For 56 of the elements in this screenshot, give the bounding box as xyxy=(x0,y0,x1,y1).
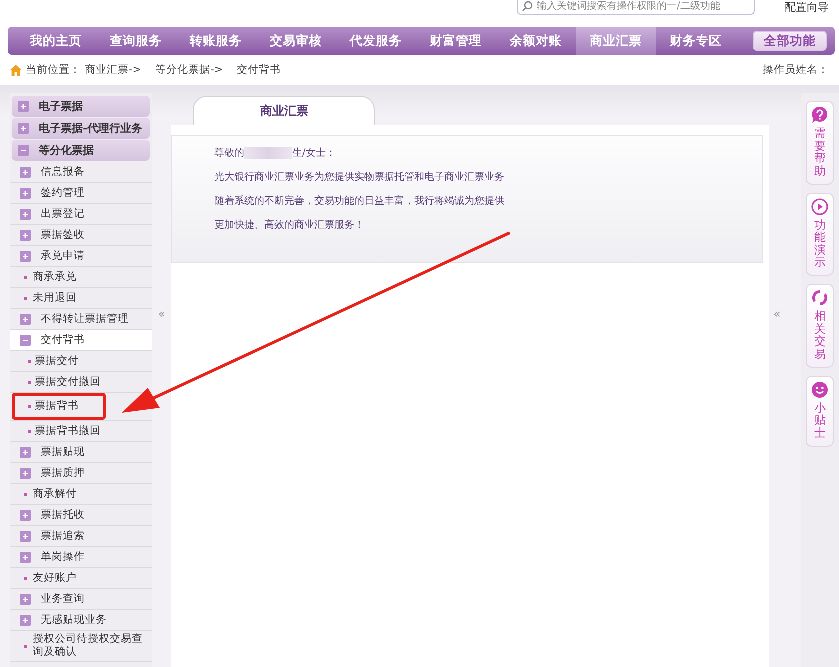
nav-tab[interactable]: 交易审核 xyxy=(256,27,336,55)
item-label: 商承承兑 xyxy=(33,270,77,284)
side-tool-button[interactable]: 相关交易 xyxy=(806,284,834,368)
item-label: 单岗操作 xyxy=(41,550,85,564)
item-label: 承兑申请 xyxy=(41,249,85,263)
side-tool-button[interactable]: 需要帮助 xyxy=(806,101,834,185)
item-label: 出票登记 xyxy=(41,207,85,221)
sidebar-item[interactable]: 授权公司待授权交易查询及确认 xyxy=(10,631,152,662)
all-functions-button[interactable]: 全部功能 xyxy=(753,31,827,51)
greeting-text: 尊敬的 xyxy=(214,146,244,160)
nav-tab[interactable]: 我的主页 xyxy=(16,27,96,55)
sidebar-group[interactable]: 电子票据-代理行业务 xyxy=(12,118,150,139)
item-label: 商承解付 xyxy=(33,486,77,502)
item-label: 票据追索 xyxy=(41,529,85,543)
nav-tab[interactable]: 财务专区 xyxy=(656,27,736,55)
item-label: 交付背书 xyxy=(41,333,85,347)
welcome-text: 更加快捷、高效的商业汇票服务！ xyxy=(214,218,366,232)
item-label: 签约管理 xyxy=(41,186,85,200)
item-label: 票据交付撤回 xyxy=(35,374,101,390)
item-label: 票据背书撤回 xyxy=(35,424,101,438)
breadcrumb-link[interactable]: 商业汇票-> xyxy=(85,63,142,77)
sidebar-group[interactable]: 电子票据 xyxy=(12,96,150,117)
welcome-text: 随着系统的不断完善，交易功能的日益丰富，我行将竭诚为您提供 xyxy=(214,194,506,208)
nav-tab[interactable]: 财富管理 xyxy=(416,27,496,55)
content-tab[interactable]: 商业汇票 xyxy=(193,96,376,125)
setup-guide-link[interactable]: 配置向导 xyxy=(785,0,829,15)
item-label: 未用退回 xyxy=(33,290,77,306)
breadcrumb-link[interactable]: 交付背书 xyxy=(237,63,282,77)
item-label: 业务查询 xyxy=(41,592,85,606)
operator-label: 操作员姓名： xyxy=(763,63,829,77)
sidebar-item[interactable]: 票据背书 xyxy=(10,393,152,421)
item-label: 信息报备 xyxy=(41,165,85,179)
item-label: 无感贴现业务 xyxy=(41,613,107,627)
nav-tab[interactable]: 余额对账 xyxy=(496,27,576,55)
side-tool-button[interactable]: 小贴士 xyxy=(806,376,834,447)
item-label: 票据质押 xyxy=(41,466,85,480)
item-label: 票据交付 xyxy=(35,354,79,368)
nav-tab[interactable]: 代发服务 xyxy=(336,27,416,55)
item-label: 票据托收 xyxy=(41,508,85,522)
item-label: 票据签收 xyxy=(41,228,85,242)
group-label: 等分化票据 xyxy=(39,143,94,158)
location-label: 当前位置： xyxy=(26,63,81,77)
item-label: 票据贴现 xyxy=(41,445,85,459)
greeting-text: 生/女士： xyxy=(292,146,336,160)
welcome-text: 光大银行商业汇票业务为您提供实物票据托管和电子商业汇票业务 xyxy=(214,170,506,184)
nav-tab[interactable]: 转账服务 xyxy=(176,27,256,55)
sidebar-group[interactable]: 等分化票据 xyxy=(12,140,150,161)
group-label: 电子票据-代理行业务 xyxy=(39,121,143,136)
item-label: 票据背书 xyxy=(35,399,79,414)
group-label: 电子票据 xyxy=(39,99,83,114)
breadcrumb-link[interactable]: 等分化票据-> xyxy=(156,63,224,77)
item-label: 不得转让票据管理 xyxy=(41,312,129,326)
side-tool-button[interactable]: 功能演示 xyxy=(806,192,834,276)
nav-tab[interactable]: 查询服务 xyxy=(96,27,176,55)
item-label: 友好账户 xyxy=(33,570,77,586)
item-label: 授权公司待授权交易查询及确认 xyxy=(33,632,144,660)
